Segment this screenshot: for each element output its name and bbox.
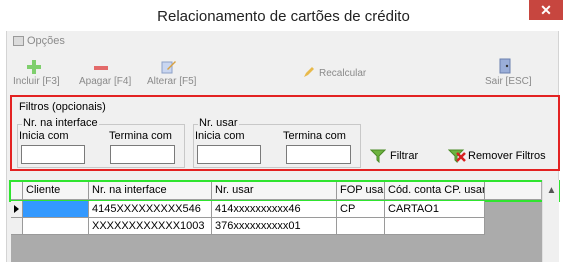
header-indicator [11, 182, 23, 200]
delete-button[interactable]: Apagar [F4] [79, 56, 132, 87]
use-starts-input[interactable] [197, 145, 261, 164]
use-ends-label: Termina com [283, 130, 346, 142]
recalc-label: Recalcular [319, 68, 367, 79]
include-button[interactable]: Incluir [F3] [13, 56, 60, 87]
window-body: Opções Incluir [F3] Apagar [F4] Alterar … [6, 31, 560, 262]
vertical-scrollbar[interactable]: ▲ [542, 180, 559, 262]
row-indicator [11, 201, 23, 218]
pencil-icon [303, 66, 315, 81]
cell-fop-usar[interactable]: CP [337, 201, 385, 218]
cell-fop-usar[interactable] [337, 218, 385, 235]
funnel-icon [369, 149, 387, 164]
interface-ends-label: Termina com [109, 130, 172, 142]
cell-nr-interface[interactable]: XXXXXXXXXXXX1003 [89, 218, 212, 235]
window-title: Relacionamento de cartões de crédito [157, 8, 410, 25]
edit-icon [147, 56, 191, 74]
table-row[interactable]: XXXXXXXXXXXX1003 376xxxxxxxxxx01 [11, 218, 485, 235]
header-cliente[interactable]: Cliente [23, 182, 89, 200]
remove-filter-icon [447, 149, 466, 164]
cell-nr-usar[interactable]: 414xxxxxxxxxx46 [212, 201, 337, 218]
interface-filter-group: Nr. na interface Inicia com Termina com [17, 117, 185, 168]
row-indicator [11, 218, 23, 235]
close-button[interactable]: ✕ [529, 0, 563, 20]
exit-button[interactable]: Sair [ESC] [485, 56, 532, 87]
header-fop-usar[interactable]: FOP usar [337, 182, 385, 200]
remove-filters-button[interactable]: Remover Filtros [447, 149, 546, 164]
delete-label: Apagar [F4] [79, 76, 132, 87]
remove-filters-label: Remover Filtros [468, 150, 546, 162]
recalc-button[interactable]: Recalcular [303, 66, 366, 81]
filter-button[interactable]: Filtrar [369, 149, 419, 164]
scroll-up-icon[interactable]: ▲ [543, 182, 560, 199]
cell-nr-usar[interactable]: 376xxxxxxxxxx01 [212, 218, 337, 235]
header-nr-usar[interactable]: Nr. usar [212, 182, 337, 200]
use-starts-label: Inicia com [195, 130, 245, 142]
options-label: Opções [27, 35, 65, 47]
minus-icon [79, 56, 123, 74]
exit-label: Sair [ESC] [485, 76, 532, 87]
table-row[interactable]: 4145XXXXXXXXX546 414xxxxxxxxxx46 CP CART… [11, 201, 485, 218]
data-grid: Cliente Nr. na interface Nr. usar FOP us… [9, 180, 560, 262]
filters-panel: Filtros (opcionais) Nr. na interface Ini… [10, 95, 560, 171]
cell-cod-conta[interactable]: CARTAO1 [385, 201, 485, 218]
options-icon [13, 36, 24, 46]
edit-label: Alterar [F5] [147, 76, 197, 87]
interface-ends-input[interactable] [110, 145, 175, 164]
grid-header: Cliente Nr. na interface Nr. usar FOP us… [11, 182, 541, 200]
current-row-arrow-icon [14, 205, 19, 213]
cell-cod-conta[interactable] [385, 218, 485, 235]
use-ends-input[interactable] [286, 145, 351, 164]
interface-starts-input[interactable] [21, 145, 85, 164]
title-bar: Relacionamento de cartões de crédito ✕ [0, 0, 567, 31]
plus-icon [13, 56, 55, 74]
exit-icon [485, 56, 525, 74]
options-menu[interactable]: Opções [13, 35, 65, 47]
use-filter-group: Nr. usar Inicia com Termina com [193, 117, 361, 168]
filter-label: Filtrar [390, 150, 419, 162]
filters-title: Filtros (opcionais) [19, 101, 106, 113]
header-nr-interface[interactable]: Nr. na interface [89, 182, 212, 200]
interface-group-title: Nr. na interface [22, 117, 99, 129]
cell-cliente[interactable] [23, 201, 89, 218]
interface-starts-label: Inicia com [19, 130, 69, 142]
cell-cliente[interactable] [23, 218, 89, 235]
edit-button[interactable]: Alterar [F5] [147, 56, 197, 87]
header-cod-conta[interactable]: Cód. conta CP. usar [385, 182, 485, 200]
use-group-title: Nr. usar [198, 117, 239, 129]
close-icon: ✕ [540, 2, 552, 18]
include-label: Incluir [F3] [13, 76, 60, 87]
cell-nr-interface[interactable]: 4145XXXXXXXXX546 [89, 201, 212, 218]
